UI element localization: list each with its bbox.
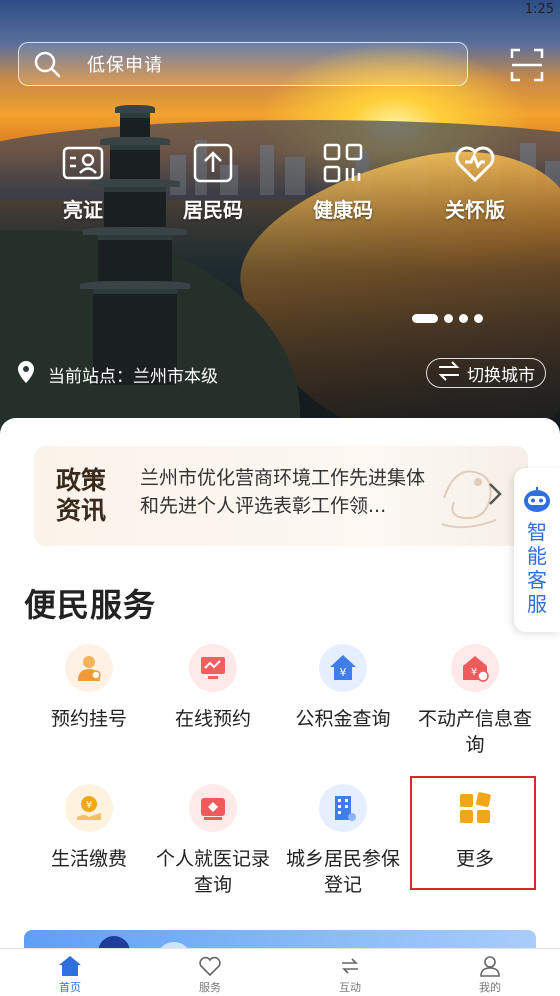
building-icon bbox=[319, 784, 367, 832]
scan-icon[interactable] bbox=[508, 46, 546, 84]
service-label: 在线预约 bbox=[174, 708, 251, 730]
id-card-icon bbox=[60, 140, 106, 186]
carousel-dot[interactable] bbox=[412, 313, 438, 323]
status-time: 1:25 bbox=[524, 2, 554, 17]
search-icon bbox=[25, 42, 69, 86]
service-appointment-registration[interactable]: 预约挂号 bbox=[24, 644, 154, 732]
service-property-info-query[interactable]: ¥ 不动产信息查询 bbox=[410, 644, 540, 758]
news-headline: 兰州市优化营商环境工作先进集体和先进个人评选表彰工作领... bbox=[140, 467, 426, 517]
quick-action-id[interactable]: 亮证 bbox=[18, 140, 148, 223]
tab-label: 互动 bbox=[339, 981, 361, 994]
doctor-icon bbox=[65, 644, 113, 692]
location-pin-icon bbox=[16, 360, 36, 389]
quick-action-label: 健康码 bbox=[313, 198, 373, 222]
quick-action-label: 亮证 bbox=[63, 198, 103, 222]
switch-arrows-icon bbox=[437, 360, 461, 386]
news-tag: 政策 资讯 bbox=[56, 466, 116, 526]
bottom-tab-bar: 首页 服务 互动 我的 bbox=[0, 948, 560, 996]
tab-label: 服务 bbox=[199, 981, 221, 994]
svg-text:¥: ¥ bbox=[86, 800, 92, 811]
upload-code-icon bbox=[190, 140, 236, 186]
service-label: 公积金查询 bbox=[295, 708, 391, 730]
service-utility-payment[interactable]: ¥ 生活缴费 bbox=[24, 784, 154, 872]
current-station: 当前站点：兰州市本级 bbox=[16, 360, 218, 389]
exchange-icon bbox=[338, 955, 362, 977]
tab-label: 首页 bbox=[59, 981, 81, 994]
robot-icon bbox=[514, 486, 560, 518]
service-label: 生活缴费 bbox=[50, 848, 127, 870]
more-highlight-box bbox=[410, 776, 536, 890]
quick-action-label: 关怀版 bbox=[445, 198, 505, 222]
quick-action-care-mode[interactable]: 关怀版 bbox=[410, 140, 540, 223]
carousel-dot[interactable] bbox=[474, 313, 483, 323]
switch-city-label: 切换城市 bbox=[467, 365, 535, 386]
home-icon bbox=[58, 955, 82, 977]
main-card: 政策 资讯 兰州市优化营商环境工作先进集体和先进个人评选表彰工作领... 便民服… bbox=[0, 418, 560, 970]
hand-coin-icon: ¥ bbox=[65, 784, 113, 832]
service-label: 不动产信息查询 bbox=[417, 708, 532, 756]
tab-interaction[interactable]: 互动 bbox=[280, 949, 420, 996]
carousel-indicator bbox=[412, 313, 483, 323]
assistant-label-char: 客 bbox=[527, 568, 547, 592]
service-label: 城乡居民参保登记 bbox=[285, 848, 400, 896]
user-icon bbox=[478, 955, 502, 977]
carousel-dot[interactable] bbox=[444, 313, 453, 323]
quick-action-label: 居民码 bbox=[183, 198, 243, 222]
service-label: 个人就医记录查询 bbox=[155, 848, 270, 896]
house-yen-icon: ¥ bbox=[319, 644, 367, 692]
switch-city-button[interactable]: 切换城市 bbox=[426, 358, 546, 388]
property-icon: ¥ bbox=[451, 644, 499, 692]
qr-code-icon bbox=[320, 140, 366, 186]
tab-mine[interactable]: 我的 bbox=[420, 949, 560, 996]
station-text: 当前站点：兰州市本级 bbox=[48, 367, 218, 387]
tab-label: 我的 bbox=[479, 981, 501, 994]
policy-news-card[interactable]: 政策 资讯 兰州市优化营商环境工作先进集体和先进个人评选表彰工作领... bbox=[34, 446, 528, 546]
service-label: 预约挂号 bbox=[50, 708, 127, 730]
quick-action-health-code[interactable]: 健康码 bbox=[278, 140, 408, 223]
assistant-label-char: 能 bbox=[527, 544, 547, 568]
heart-icon bbox=[452, 140, 498, 186]
service-housing-fund-query[interactable]: ¥ 公积金查询 bbox=[278, 644, 408, 732]
assistant-label: 智 能 客 服 bbox=[514, 520, 560, 616]
quick-actions: 亮证 居民码 健康码 关怀版 bbox=[0, 140, 560, 230]
service-online-booking[interactable]: 在线预约 bbox=[148, 644, 278, 732]
chevron-right-icon bbox=[488, 482, 502, 513]
assistant-label-char: 服 bbox=[527, 592, 547, 616]
news-tag-line: 政策 bbox=[56, 466, 107, 495]
section-title: 便民服务 bbox=[24, 586, 157, 624]
svg-text:¥: ¥ bbox=[340, 666, 347, 679]
tab-home[interactable]: 首页 bbox=[0, 949, 140, 996]
assistant-label-char: 智 bbox=[527, 520, 547, 544]
medical-record-icon bbox=[189, 784, 237, 832]
service-insurance-registration[interactable]: 城乡居民参保登记 bbox=[278, 784, 408, 898]
service-medical-records-query[interactable]: 个人就医记录查询 bbox=[148, 784, 278, 898]
svg-text:¥: ¥ bbox=[471, 667, 477, 678]
carousel-dot[interactable] bbox=[459, 313, 468, 323]
monitor-chart-icon bbox=[189, 644, 237, 692]
search-placeholder: 低保申请 bbox=[87, 55, 163, 76]
news-tag-line: 资讯 bbox=[56, 496, 107, 525]
smart-assistant-button[interactable]: 智 能 客 服 bbox=[514, 468, 560, 632]
heart-outline-icon bbox=[198, 955, 222, 977]
search-bar[interactable]: 低保申请 bbox=[18, 42, 468, 86]
quick-action-resident-code[interactable]: 居民码 bbox=[148, 140, 278, 223]
tab-services[interactable]: 服务 bbox=[140, 949, 280, 996]
